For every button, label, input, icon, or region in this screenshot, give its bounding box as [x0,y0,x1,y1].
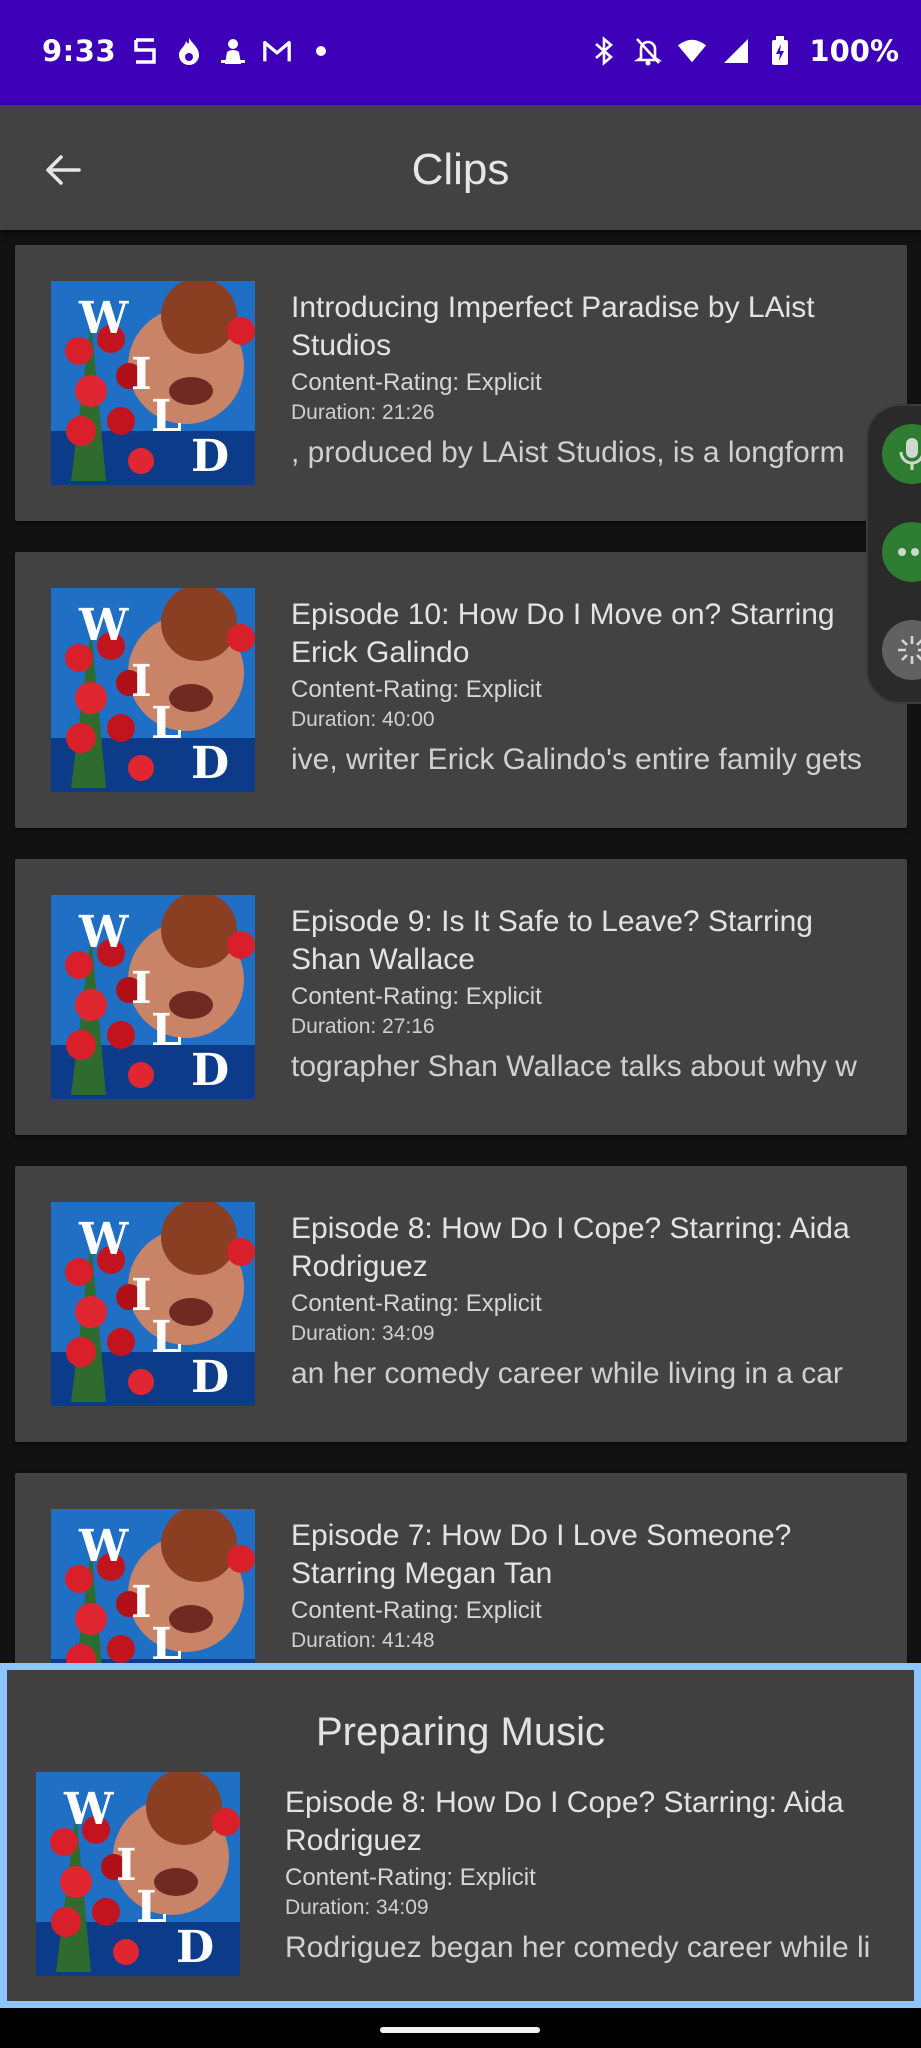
thumb-letter-l: L [151,1005,182,1056]
clip-title: Episode 7: How Do I Love Someone? Starri… [291,1519,792,1590]
clip-description: ive, writer Erick Galindo's entire famil… [291,743,862,776]
wifi-icon [677,36,707,66]
more-button[interactable] [882,522,921,582]
thumb-letter-i: I [116,1840,137,1891]
status-bar: 9:33 100% [0,0,921,105]
s-app-icon [130,36,160,66]
podcast-thumbnail: W I L D [51,588,255,792]
mic-icon [899,438,921,470]
thumb-letter-w: W [78,293,129,344]
thumb-letter-l: L [151,391,182,442]
status-time: 9:33 [42,34,117,68]
battery-icon [765,36,795,66]
clip-duration: Duration: 41:48 [291,1629,435,1652]
now-playing-rating: Content-Rating: Explicit [285,1864,536,1891]
bug-icon [218,36,248,66]
thumb-letter-d: D [191,1352,229,1403]
gmail-icon [262,36,292,66]
podcast-thumbnail: W I L D [51,1509,255,1665]
thumb-letter-d: D [191,738,229,789]
clip-card[interactable]: W I L D Introducing Imperfect Paradise b… [15,245,907,521]
thumb-letter-d: D [191,431,229,482]
thumb-letter-d: D [176,1922,214,1973]
status-left-icons [130,36,336,66]
clip-description: tographer Shan Wallace talks about why w [291,1050,857,1083]
mic-button[interactable] [882,424,921,484]
notifications-off-icon [633,36,663,66]
clip-duration: Duration: 21:26 [291,401,435,424]
dot-icon [306,36,336,66]
app-bar: Clips [0,105,921,230]
clip-rating: Content-Rating: Explicit [291,1597,542,1624]
thumb-letter-w: W [78,600,129,651]
clip-duration: Duration: 40:00 [291,708,435,731]
clip-title: Episode 10: How Do I Move on? Starring E… [291,598,835,669]
podcast-thumbnail: W I L D [51,281,255,485]
podcast-thumbnail: W I L D [51,895,255,1099]
magic-icon [898,636,921,664]
clip-text: Episode 9: Is It Safe to Leave? Starring… [291,903,881,1087]
now-playing-text: Episode 8: How Do I Cope? Starring: Aida… [285,1784,885,1968]
now-playing-panel[interactable]: Preparing Music W I L D Episode 8: How D… [0,1663,921,2008]
thumb-letter-i: I [131,349,152,400]
thumb-letter-w: W [78,907,129,958]
thumb-letter-w: W [78,1214,129,1265]
thumb-letter-l: L [151,1619,182,1665]
clip-title: Episode 9: Is It Safe to Leave? Starring… [291,905,813,976]
magic-button[interactable] [882,620,921,680]
signal-icon [721,36,751,66]
thumb-letter-l: L [136,1882,167,1933]
clip-description: , produced by LAist Studios, is a longfo… [291,436,845,469]
clip-text: Introducing Imperfect Paradise by LAist … [291,289,881,473]
now-playing-status: Preparing Music [315,1710,605,1754]
page-title: Clips [411,145,510,194]
clip-description: an her comedy career while living in a c… [291,1357,843,1390]
thumb-letter-d: D [191,1045,229,1096]
home-gesture-handle[interactable] [380,2027,540,2033]
navigation-bar [0,2008,921,2048]
bluetooth-icon [589,36,619,66]
clip-title: Introducing Imperfect Paradise by LAist … [291,291,815,362]
thumb-letter-l: L [151,1312,182,1363]
thumb-letter-i: I [131,656,152,707]
floating-assistant-bubble[interactable] [866,404,921,704]
thumb-letter-w: W [78,1521,129,1572]
battery-percent: 100% [809,34,899,68]
clip-rating: Content-Rating: Explicit [291,1290,542,1317]
thumb-letter-i: I [131,1577,152,1628]
clip-text: Episode 7: How Do I Love Someone? Starri… [291,1517,881,1661]
clip-card[interactable]: W I L D Episode 7: How Do I Love Someone… [15,1473,907,1665]
more-icon [898,548,919,556]
now-playing-thumbnail: W I L D [36,1772,240,1976]
fire-icon [174,36,204,66]
podcast-thumbnail: W I L D [51,1202,255,1406]
clip-card[interactable]: W I L D Episode 9: Is It Safe to Leave? … [15,859,907,1135]
clip-rating: Content-Rating: Explicit [291,676,542,703]
clip-text: Episode 10: How Do I Move on? Starring E… [291,596,881,780]
now-playing-title: Episode 8: How Do I Cope? Starring: Aida… [285,1786,844,1857]
clip-card[interactable]: W I L D Episode 8: How Do I Cope? Starri… [15,1166,907,1442]
clip-duration: Duration: 34:09 [291,1322,435,1345]
thumb-letter-i: I [131,1270,152,1321]
thumb-letter-i: I [131,963,152,1014]
clip-title: Episode 8: How Do I Cope? Starring: Aida… [291,1212,850,1283]
now-playing-description: Rodriguez began her comedy career while … [285,1931,871,1964]
clip-list[interactable]: W I L D Introducing Imperfect Paradise b… [0,230,921,1665]
now-playing-duration: Duration: 34:09 [285,1896,429,1919]
status-right-icons: 100% [589,34,899,68]
clip-rating: Content-Rating: Explicit [291,983,542,1010]
clip-rating: Content-Rating: Explicit [291,369,542,396]
thumb-letter-l: L [151,698,182,749]
clip-duration: Duration: 27:16 [291,1015,435,1038]
clip-text: Episode 8: How Do I Cope? Starring: Aida… [291,1210,881,1394]
clip-card[interactable]: W I L D Episode 10: How Do I Move on? St… [15,552,907,828]
thumb-letter-w: W [63,1784,114,1835]
